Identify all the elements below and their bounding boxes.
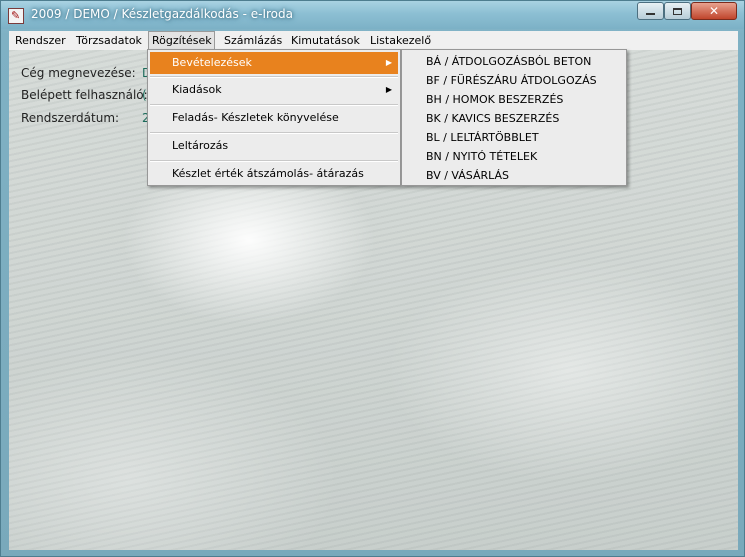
- menu-szamlazas[interactable]: Számlázás: [221, 31, 285, 50]
- menu-item-label: Leltározás: [172, 139, 229, 152]
- minimize-icon: [646, 13, 655, 15]
- system-date-label: Rendszerdátum:: [21, 111, 120, 125]
- submenu-item-ba[interactable]: BÁ / ÁTDOLGOZÁSBÓL BETON: [404, 52, 624, 71]
- menu-torzsadatok[interactable]: Törzsadatok: [73, 31, 145, 50]
- submenu-item-bv[interactable]: BV / VÁSÁRLÁS: [404, 166, 624, 185]
- menu-item-label: Készlet érték átszámolás- átárazás: [172, 167, 364, 180]
- menu-item-feladas[interactable]: Feladás- Készletek könyvelése: [150, 107, 398, 129]
- submenu-item-bh[interactable]: BH / HOMOK BESZERZÉS: [404, 90, 624, 109]
- menu-item-leltarozas[interactable]: Leltározás: [150, 135, 398, 157]
- maximize-button[interactable]: [664, 2, 691, 20]
- menu-item-label: Feladás- Készletek könyvelése: [172, 111, 339, 124]
- menu-item-label: Kiadások: [172, 83, 222, 96]
- bevetelezesek-submenu: BÁ / ÁTDOLGOZÁSBÓL BETON BF / FÜRÉSZÁRU …: [401, 49, 627, 186]
- submenu-item-bk[interactable]: BK / KAVICS BESZERZÉS: [404, 109, 624, 128]
- close-button[interactable]: ✕: [691, 2, 737, 20]
- minimize-button[interactable]: [637, 2, 664, 20]
- close-icon: ✕: [708, 4, 720, 18]
- menu-rendszer[interactable]: Rendszer: [12, 31, 69, 50]
- menu-item-kiadasok[interactable]: Kiadások ▶: [150, 79, 398, 101]
- rogzitesek-dropdown: Bevételezések ▶ Kiadások ▶ Feladás- Kész…: [147, 49, 401, 186]
- window-title: 2009 / DEMO / Készletgazdálkodás - e-Iro…: [31, 7, 293, 21]
- menu-separator: [150, 132, 398, 134]
- menu-item-label: Bevételezések: [172, 56, 252, 69]
- user-value: (: [142, 88, 147, 102]
- menu-bar: Rendszer Törzsadatok Rögzítések Számlázá…: [9, 31, 738, 50]
- menu-separator: [150, 104, 398, 106]
- menu-listakezelo[interactable]: Listakezelő: [367, 31, 434, 50]
- submenu-item-bl[interactable]: BL / LELTÁRTÖBBLET: [404, 128, 624, 147]
- menu-separator: [150, 160, 398, 162]
- menu-rogzitesek[interactable]: Rögzítések: [148, 31, 215, 50]
- menu-item-keszlet-atarazas[interactable]: Készlet érték átszámolás- átárazás: [150, 163, 398, 185]
- menu-kimutatasok[interactable]: Kimutatások: [288, 31, 363, 50]
- title-bar[interactable]: ✎ 2009 / DEMO / Készletgazdálkodás - e-I…: [1, 1, 744, 29]
- submenu-item-bf[interactable]: BF / FÜRÉSZÁRU ÁTDOLGOZÁS: [404, 71, 624, 90]
- menu-separator: [150, 76, 398, 78]
- submenu-arrow-icon: ▶: [385, 58, 392, 67]
- submenu-arrow-icon: ▶: [385, 85, 392, 94]
- app-icon[interactable]: ✎: [8, 8, 24, 24]
- menu-item-bevetelezesek[interactable]: Bevételezések ▶: [150, 52, 398, 74]
- company-label: Cég megnevezése:: [21, 66, 136, 80]
- submenu-item-bn[interactable]: BN / NYITÓ TÉTELEK: [404, 147, 624, 166]
- maximize-icon: [673, 7, 682, 15]
- user-label: Belépett felhasználó:: [21, 88, 148, 102]
- application-window: ✎ 2009 / DEMO / Készletgazdálkodás - e-I…: [0, 0, 745, 557]
